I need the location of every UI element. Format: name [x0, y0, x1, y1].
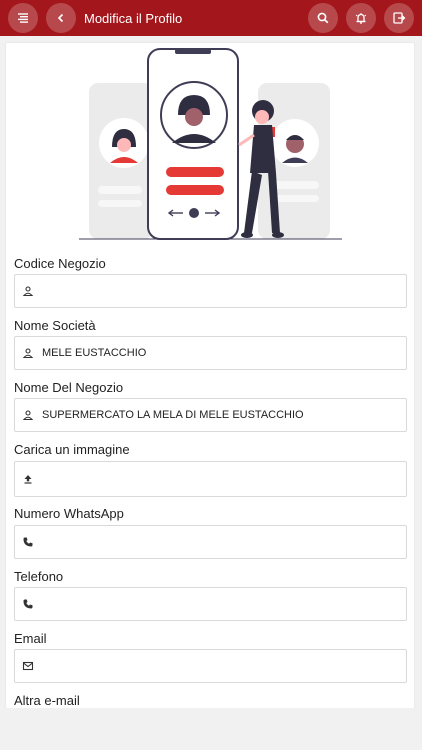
notifications-button[interactable] — [346, 3, 376, 33]
phone-icon — [21, 597, 35, 611]
chevron-left-icon — [53, 10, 69, 26]
profile-form-card: Codice Negozio Nome Società MELE EUSTACC… — [6, 43, 414, 708]
phone-icon — [21, 535, 35, 549]
field-label-numero-whatsapp: Numero WhatsApp — [14, 506, 124, 521]
back-button[interactable] — [46, 3, 76, 33]
nome-del-negozio-value: SUPERMERCATO LA MELA DI MELE EUSTACCHIO — [42, 409, 304, 421]
field-label-carica-immagine: Carica un immagine — [14, 442, 130, 457]
field-label-email: Email — [14, 631, 47, 646]
bottom-area — [0, 708, 422, 750]
field-label-altra-email: Altra e-mail — [14, 693, 80, 708]
app-bar: Modifica il Profilo — [0, 0, 422, 36]
search-icon — [315, 10, 331, 26]
nome-societa-field[interactable]: MELE EUSTACCHIO — [14, 336, 407, 370]
menu-icon — [15, 10, 31, 26]
field-label-codice-negozio: Codice Negozio — [14, 256, 106, 271]
nome-del-negozio-field[interactable]: SUPERMERCATO LA MELA DI MELE EUSTACCHIO — [14, 398, 407, 432]
field-label-nome-del-negozio: Nome Del Negozio — [14, 380, 124, 395]
search-button[interactable] — [308, 3, 338, 33]
telefono-field[interactable] — [14, 587, 407, 621]
telefono-input[interactable] — [42, 588, 406, 620]
mail-icon — [21, 659, 35, 673]
codice-negozio-input[interactable] — [42, 275, 406, 307]
exit-icon — [391, 10, 407, 26]
whatsapp-field[interactable] — [14, 525, 407, 559]
image-upload-field[interactable] — [14, 461, 407, 497]
email-input[interactable] — [42, 650, 406, 682]
field-label-telefono: Telefono — [14, 569, 64, 584]
bell-icon — [353, 10, 369, 26]
nome-societa-value: MELE EUSTACCHIO — [42, 347, 147, 359]
email-field[interactable] — [14, 649, 407, 683]
page-title: Modifica il Profilo — [84, 10, 183, 26]
upload-icon — [21, 472, 35, 486]
whatsapp-input[interactable] — [42, 526, 406, 558]
menu-button[interactable] — [8, 3, 38, 33]
codice-negozio-field[interactable] — [14, 274, 407, 308]
person-icon — [21, 408, 35, 422]
field-label-nome-societa: Nome Società — [14, 318, 96, 333]
profile-illustration — [79, 48, 342, 240]
logout-button[interactable] — [384, 3, 414, 33]
person-icon — [21, 284, 35, 298]
person-icon — [21, 346, 35, 360]
